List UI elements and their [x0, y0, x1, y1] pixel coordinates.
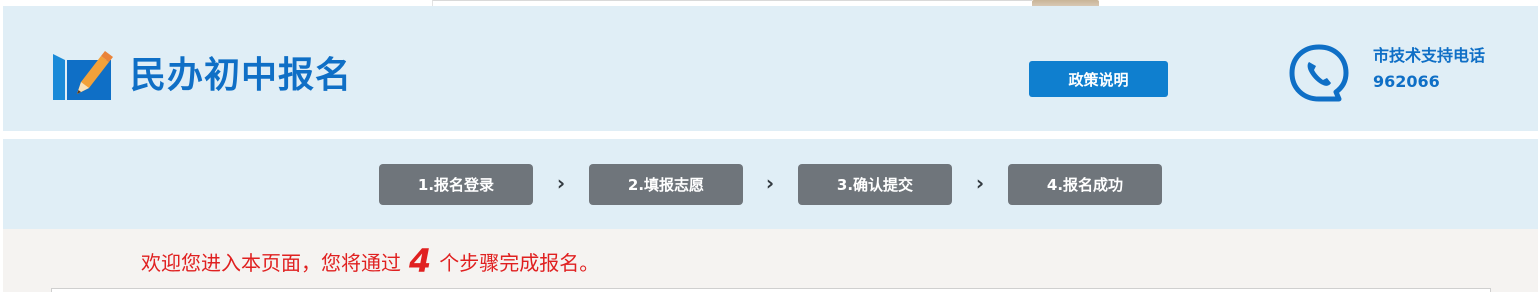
page-header: 民办初中报名 政策说明 市技术支持电话 962066 [3, 6, 1538, 131]
step-2-fill-preferences: 2.填报志愿 [589, 164, 743, 205]
page-title: 民办初中报名 [130, 55, 353, 96]
step-4-success: 4.报名成功 [1008, 164, 1162, 205]
welcome-text-after: 个步骤完成报名。 [439, 251, 600, 275]
welcome-message: 欢迎您进入本页面，您将通过 4 个步骤完成报名。 [141, 241, 599, 283]
steps-bar: 1.报名登录 › 2.填报志愿 › 3.确认提交 › 4.报名成功 [3, 139, 1538, 229]
chevron-right-icon: › [556, 171, 566, 195]
content-panel [51, 288, 1491, 292]
step-3-confirm-submit: 3.确认提交 [798, 164, 952, 205]
page-root: 民办初中报名 政策说明 市技术支持电话 962066 1.报名登录 › 2.填报… [0, 0, 1540, 292]
policy-button[interactable]: 政策说明 [1029, 61, 1168, 97]
chevron-right-icon: › [765, 171, 775, 195]
support-phone-label: 市技术支持电话 [1373, 46, 1486, 65]
chevron-right-icon: › [975, 171, 985, 195]
phone-chat-icon [1289, 44, 1349, 102]
step-1-login: 1.报名登录 [379, 164, 533, 205]
content-area: 欢迎您进入本页面，您将通过 4 个步骤完成报名。 [3, 229, 1538, 292]
support-phone-number: 962066 [1373, 72, 1440, 91]
welcome-step-count: 4 [409, 242, 432, 280]
edit-pencil-icon [53, 51, 113, 100]
welcome-text-before: 欢迎您进入本页面，您将通过 [141, 251, 401, 275]
